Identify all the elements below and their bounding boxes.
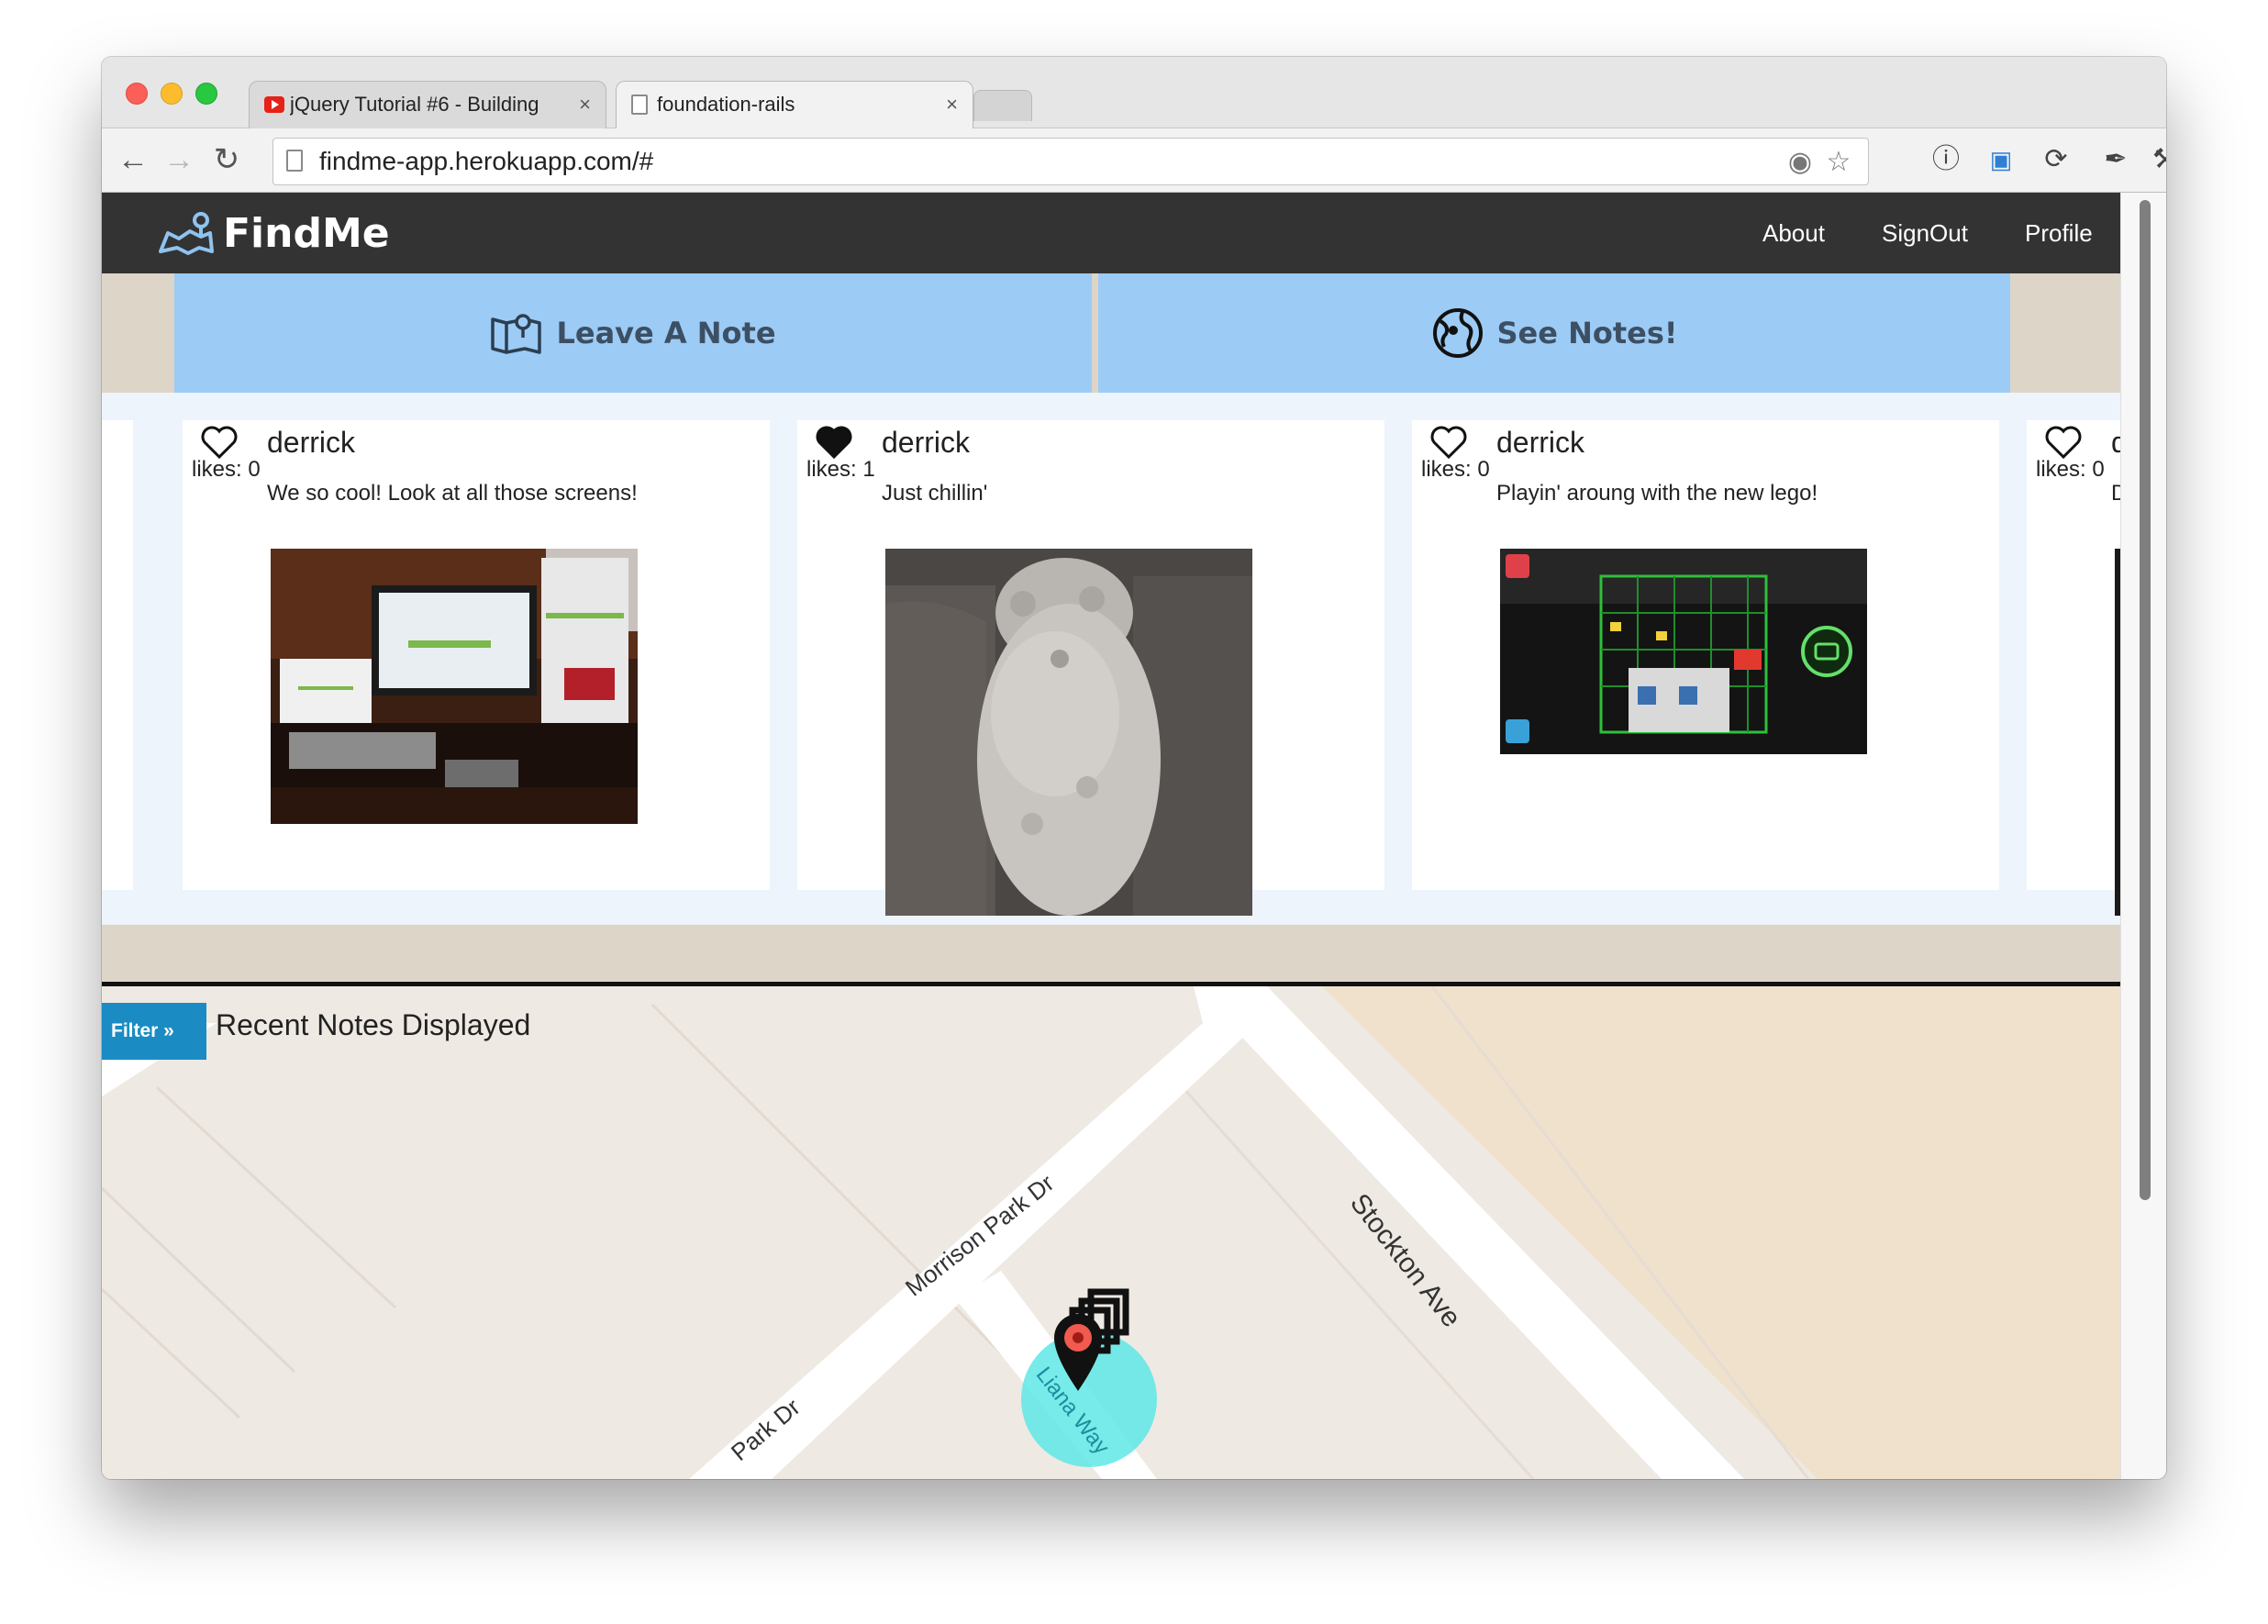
note-likes: likes: 0 <box>192 457 261 482</box>
note-author: derrick <box>267 426 356 459</box>
page-icon <box>286 150 303 172</box>
note-author: derrick <box>1496 426 1585 459</box>
back-arrow-icon[interactable]: ← <box>115 141 151 178</box>
nav-signout-link[interactable]: SignOut <box>1882 193 1968 273</box>
tool-extension-icon[interactable]: ⚒ <box>2152 141 2166 178</box>
note-card <box>102 420 133 890</box>
brand-logo[interactable]: FindMe <box>157 206 390 261</box>
see-notes-button[interactable]: See Notes! <box>1093 273 2010 393</box>
note-message: Playin' aroung with the new lego! <box>1496 481 1818 506</box>
info-extension-icon[interactable]: ⓘ <box>1928 141 1964 178</box>
close-window-button[interactable] <box>126 83 148 105</box>
browser-window: jQuery Tutorial #6 - Building × foundati… <box>102 57 2166 1479</box>
note-card: d likes: 0 D <box>2027 420 2120 916</box>
note-photo-dog[interactable] <box>885 549 1252 916</box>
nav-profile-link[interactable]: Profile <box>2025 193 2093 273</box>
browser-tab-jquery[interactable]: jQuery Tutorial #6 - Building × <box>249 81 606 128</box>
sync-extension-icon[interactable]: ⟳ <box>2038 141 2074 178</box>
note-message: Just chillin' <box>882 481 988 506</box>
location-target-icon[interactable]: ◉ <box>1784 146 1817 179</box>
page-content: FindMe About SignOut Profile Leave A Not… <box>102 193 2120 1479</box>
note-message: D <box>2111 481 2120 506</box>
tab-title: foundation-rails <box>657 93 795 116</box>
note-likes: likes: 0 <box>2036 457 2105 482</box>
page-icon <box>631 95 648 115</box>
note-card: derrick likes: 0 Playin' aroung with the… <box>1412 420 1999 890</box>
notes-carousel: derrick likes: 0 We so cool! Look at all… <box>102 393 2120 925</box>
note-card: derrick likes: 0 We so cool! Look at all… <box>183 420 770 890</box>
note-message: We so cool! Look at all those screens! <box>267 481 638 506</box>
youtube-icon <box>264 96 284 113</box>
reload-icon[interactable]: ↻ <box>208 141 245 178</box>
zoom-window-button[interactable] <box>195 83 217 105</box>
browser-toolbar: ← → ↻ findme-app.herokuapp.com/# ◉ ☆ ⓘ ▣… <box>102 128 2166 193</box>
note-likes: likes: 1 <box>806 457 875 482</box>
like-heart-icon[interactable] <box>1429 424 1469 461</box>
minimize-window-button[interactable] <box>161 83 183 105</box>
address-bar[interactable]: findme-app.herokuapp.com/# ◉ ☆ <box>272 138 1869 185</box>
app-navbar: FindMe About SignOut Profile <box>102 193 2120 273</box>
like-heart-icon[interactable] <box>2043 424 2084 461</box>
leave-note-button[interactable]: Leave A Note <box>174 273 1092 393</box>
scrollbar-thumb[interactable] <box>2140 200 2151 1200</box>
tab-close-icon[interactable]: × <box>579 82 591 128</box>
page-scrollbar[interactable] <box>2120 193 2166 1479</box>
bookmark-star-icon[interactable]: ☆ <box>1822 146 1855 179</box>
liked-heart-icon[interactable] <box>814 424 854 461</box>
note-photo-desk-screens[interactable] <box>271 549 638 824</box>
see-notes-label: See Notes! <box>1496 316 1678 350</box>
forward-arrow-icon[interactable]: → <box>161 141 197 178</box>
map-pin-logo-icon <box>159 212 214 255</box>
note-card: derrick likes: 1 Just chillin' <box>797 420 1384 916</box>
window-extension-icon[interactable]: ▣ <box>1983 141 2019 178</box>
map-marker-cluster-icon[interactable] <box>1036 1283 1137 1420</box>
map-title: Recent Notes Displayed <box>216 1008 531 1041</box>
url-text[interactable]: findme-app.herokuapp.com/# <box>319 139 653 184</box>
notes-map[interactable]: Morrison Park Dr Stockton Ave Park Dr Li… <box>102 986 2120 1479</box>
tab-title: jQuery Tutorial #6 - Building <box>290 93 539 116</box>
note-likes: likes: 0 <box>1421 457 1490 482</box>
like-heart-icon[interactable] <box>199 424 239 461</box>
brand-name: FindMe <box>223 209 390 257</box>
new-tab-button[interactable] <box>973 90 1032 121</box>
nav-about-link[interactable]: About <box>1762 193 1825 273</box>
browser-tab-foundation[interactable]: foundation-rails × <box>616 81 973 128</box>
leave-note-label: Leave A Note <box>556 316 776 350</box>
map-note-icon <box>491 314 542 354</box>
tab-strip: jQuery Tutorial #6 - Building × foundati… <box>102 57 2166 128</box>
note-author: d <box>2111 426 2120 459</box>
note-author: derrick <box>882 426 971 459</box>
tab-close-icon[interactable]: × <box>946 82 958 128</box>
eyedropper-extension-icon[interactable]: ✒ <box>2097 141 2134 178</box>
filter-button[interactable]: Filter » <box>102 1003 206 1060</box>
note-photo-lego[interactable] <box>1500 549 1867 754</box>
globe-icon <box>1432 308 1483 358</box>
